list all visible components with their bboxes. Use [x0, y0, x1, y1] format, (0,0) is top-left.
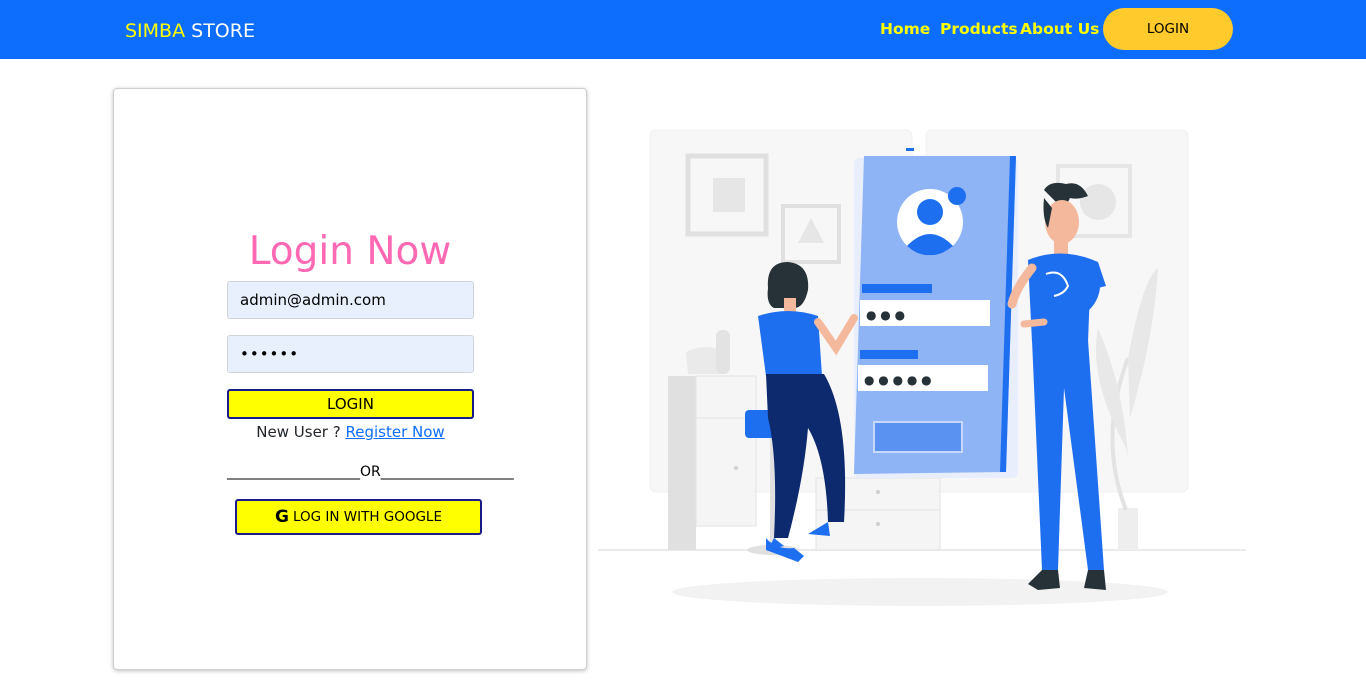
login-button[interactable]: LOGIN	[227, 389, 474, 419]
brand-rest: STORE	[185, 20, 255, 42]
nav-products-link[interactable]: Products	[940, 19, 1018, 39]
or-divider: ___________________OR___________________	[227, 464, 514, 480]
google-button-label: LOG IN WITH GOOGLE	[292, 509, 442, 525]
nav-home-link[interactable]: Home	[880, 19, 930, 39]
field-dots-2: ● ● ● ● ●	[864, 373, 932, 387]
email-input[interactable]	[227, 281, 474, 319]
login-illustration-icon: ● ● ● ● ● ● ● ●	[598, 129, 1246, 606]
login-title: Login Now	[248, 229, 452, 274]
nav-login-button[interactable]: LOGIN	[1103, 8, 1233, 50]
brand-accent: SIMBA	[125, 20, 186, 42]
register-link[interactable]: Register Now	[345, 423, 444, 441]
new-user-text: New User ?	[256, 423, 346, 441]
new-user-line: New User ? Register Now	[227, 422, 474, 442]
field-dots-1: ● ● ●	[866, 308, 905, 322]
google-icon: G	[274, 507, 289, 527]
password-input[interactable]	[227, 335, 474, 373]
nav-about-link[interactable]: About Us	[1020, 19, 1099, 39]
google-login-button[interactable]: G LOG IN WITH GOOGLE	[235, 499, 482, 535]
login-card	[113, 88, 587, 670]
brand-logo[interactable]: SIMBA STORE	[125, 19, 255, 43]
navbar: SIMBA STORE Home Products About Us LOGIN	[0, 0, 1366, 59]
